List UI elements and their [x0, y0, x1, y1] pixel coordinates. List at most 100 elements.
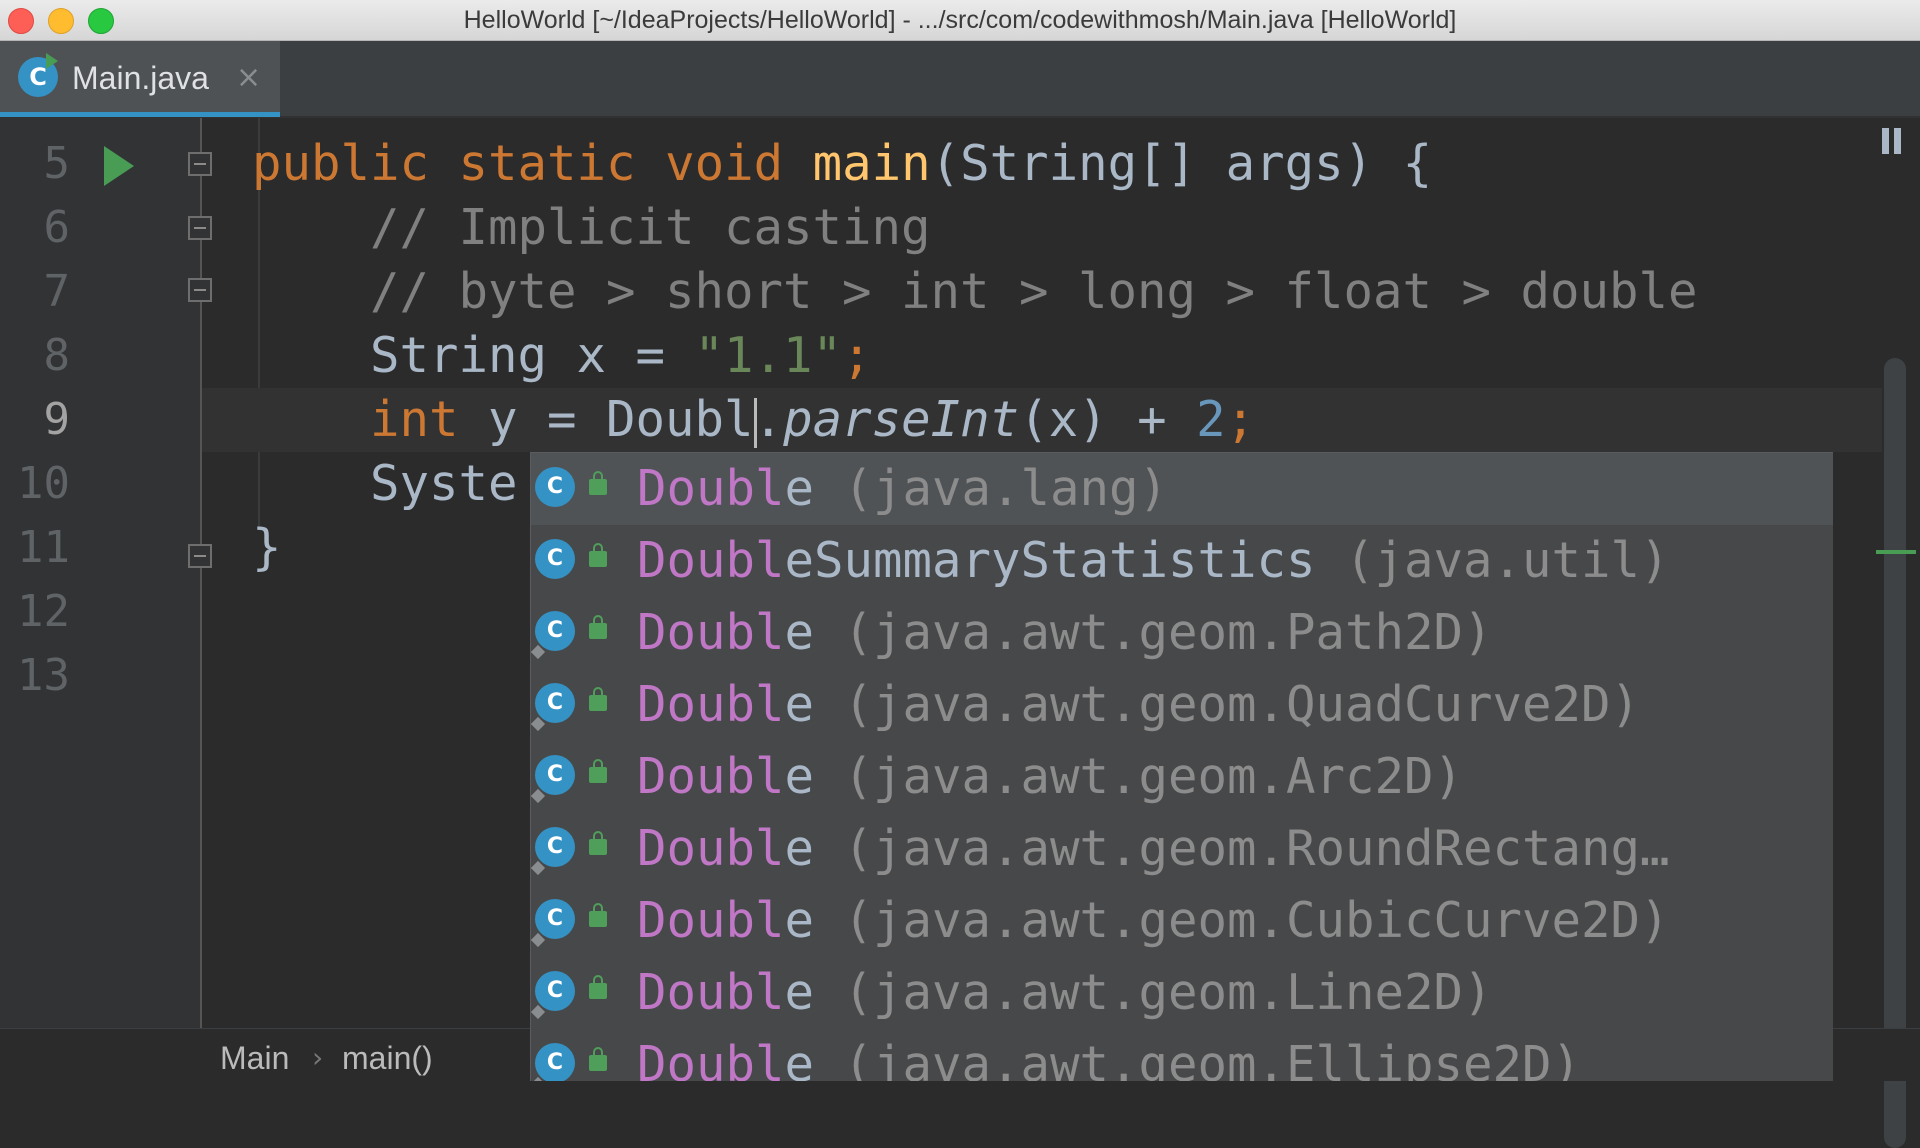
code-token: "1.1" — [694, 327, 843, 384]
completion-item[interactable]: C Double (java.awt.geom.Line2D) — [531, 957, 1833, 1029]
completion-item[interactable]: C DoubleSummaryStatistics (java.util) — [531, 525, 1833, 597]
code-line[interactable]: 7 // byte > short > int > long > float >… — [0, 260, 1900, 324]
line-number: 13 — [17, 650, 70, 701]
line-number: 10 — [17, 458, 70, 509]
completion-match: Doubl — [637, 820, 785, 877]
class-icon: C — [535, 971, 575, 1011]
code-text[interactable]: String x = "1.1"; — [252, 324, 872, 388]
completion-item[interactable]: C Double (java.awt.geom.Arc2D) — [531, 741, 1833, 813]
class-icon: C — [535, 611, 575, 651]
public-access-icon — [589, 903, 607, 927]
code-token: void — [665, 135, 784, 192]
close-icon[interactable]: × — [236, 41, 261, 115]
code-line[interactable]: 5 public static void main(String[] args) … — [0, 132, 1900, 196]
fold-marker-icon[interactable] — [188, 544, 212, 568]
code-token: (String[] args) { — [930, 135, 1433, 192]
code-token: Syste — [252, 455, 518, 512]
completion-package: (java.awt.geom.Line2D) — [843, 964, 1493, 1021]
completion-label: Double (java.awt.geom.Line2D) — [637, 957, 1493, 1029]
code-token: main — [812, 135, 931, 192]
class-icon: C — [535, 539, 575, 579]
code-token: parseInt — [783, 391, 1020, 448]
breadcrumb-class[interactable]: Main — [220, 1029, 289, 1087]
completion-label: Double (java.lang) — [637, 453, 1168, 525]
completion-package: (java.awt.geom.CubicCurve2D) — [843, 892, 1670, 949]
code-text[interactable]: // Implicit casting — [252, 196, 931, 260]
public-access-icon — [589, 831, 607, 855]
title-bar: HelloWorld [~/IdeaProjects/HelloWorld] -… — [0, 0, 1920, 41]
code-token: } — [252, 519, 282, 576]
line-number: 5 — [43, 138, 71, 189]
completion-item[interactable]: C Double (java.awt.geom.Ellipse2D) — [531, 1029, 1833, 1081]
line-number: 7 — [43, 266, 71, 317]
fold-marker-icon[interactable] — [188, 216, 212, 240]
public-access-icon — [589, 975, 607, 999]
code-line[interactable]: 6 // Implicit casting — [0, 196, 1900, 260]
line-number: 8 — [43, 330, 71, 381]
breadcrumb-separator: › — [312, 1041, 324, 1074]
completion-match: Doubl — [637, 892, 785, 949]
completion-package: (java.lang) — [843, 460, 1169, 517]
code-token: String x = — [252, 327, 695, 384]
code-line[interactable]: 9 int y = Doubl.parseInt(x) + 2; — [0, 388, 1900, 452]
run-main-icon[interactable] — [104, 146, 134, 186]
completion-name-rest: e — [784, 460, 815, 517]
completion-label: Double (java.awt.geom.Ellipse2D) — [637, 1029, 1581, 1081]
code-token: // Implicit casting — [252, 199, 931, 256]
completion-name-rest: e — [784, 1036, 815, 1081]
completion-label: Double (java.awt.geom.RoundRectang… — [637, 813, 1670, 885]
completion-label: Double (java.awt.geom.Path2D) — [637, 597, 1493, 669]
completion-match: Doubl — [637, 532, 785, 589]
completion-item[interactable]: C Double (java.lang) — [531, 453, 1833, 525]
change-marker[interactable] — [1876, 550, 1916, 554]
completion-match: Doubl — [637, 604, 785, 661]
completion-package: (java.awt.geom.Ellipse2D) — [843, 1036, 1582, 1081]
public-access-icon — [589, 543, 607, 567]
completion-item[interactable]: C Double (java.awt.geom.CubicCurve2D) — [531, 885, 1833, 957]
completion-match: Doubl — [637, 1036, 785, 1081]
code-text[interactable]: public static void main(String[] args) { — [252, 132, 1432, 196]
completion-name-rest: e — [784, 964, 815, 1021]
completion-name-rest: e — [784, 892, 815, 949]
code-token: int — [370, 391, 459, 448]
fold-marker-icon[interactable] — [188, 152, 212, 176]
code-token: 2 — [1196, 391, 1226, 448]
class-icon: C — [535, 683, 575, 723]
public-access-icon — [589, 759, 607, 783]
completion-item[interactable]: C Double (java.awt.geom.RoundRectang… — [531, 813, 1833, 885]
fold-marker-icon[interactable] — [188, 278, 212, 302]
class-icon: C — [535, 755, 575, 795]
public-access-icon — [589, 615, 607, 639]
completion-package: (java.awt.geom.Path2D) — [843, 604, 1493, 661]
tab-main-java[interactable]: C Main.java × — [0, 41, 280, 117]
completion-package: (java.util) — [1345, 532, 1670, 589]
code-text[interactable]: } — [252, 516, 282, 580]
code-text[interactable]: Syste — [252, 452, 518, 516]
code-completion-popup[interactable]: C Double (java.lang) C DoubleSummaryStatist… — [530, 452, 1833, 1081]
class-icon: C — [535, 899, 575, 939]
pause-icon[interactable] — [1882, 128, 1904, 154]
completion-name-rest: eSummaryStatistics — [784, 532, 1316, 589]
public-access-icon — [589, 471, 607, 495]
line-number: 12 — [17, 586, 70, 637]
completion-name-rest: e — [784, 676, 815, 733]
code-token: public — [252, 135, 430, 192]
completion-item[interactable]: C Double (java.awt.geom.Path2D) — [531, 597, 1833, 669]
completion-match: Doubl — [637, 460, 785, 517]
code-token: static — [458, 135, 636, 192]
runnable-marker-icon — [46, 53, 58, 69]
completion-item[interactable]: C Double (java.awt.geom.QuadCurve2D) — [531, 669, 1833, 741]
editor-tab-bar: C Main.java × — [0, 41, 1920, 118]
code-line[interactable]: 8 String x = "1.1"; — [0, 324, 1900, 388]
line-number: 6 — [43, 202, 71, 253]
completion-package: (java.awt.geom.Arc2D) — [843, 748, 1464, 805]
code-text[interactable]: // byte > short > int > long > float > d… — [252, 260, 1698, 324]
breadcrumb-method[interactable]: main() — [342, 1029, 433, 1087]
code-token: ; — [842, 327, 872, 384]
window-title: HelloWorld [~/IdeaProjects/HelloWorld] -… — [463, 6, 1457, 34]
completion-match: Doubl — [637, 676, 785, 733]
class-icon: C — [535, 467, 575, 507]
code-text[interactable]: int y = Doubl.parseInt(x) + 2; — [252, 388, 1255, 452]
completion-name-rest: e — [784, 820, 815, 877]
